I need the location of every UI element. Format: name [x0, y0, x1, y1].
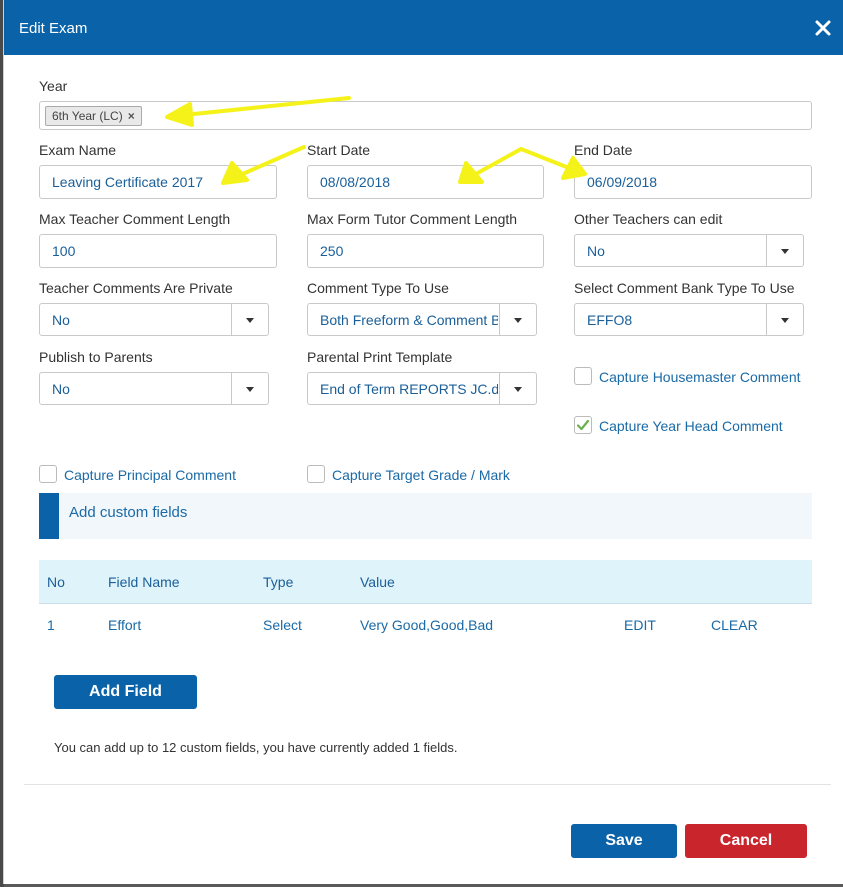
- other-teachers-edit-select[interactable]: No: [574, 234, 804, 267]
- row-clear-link[interactable]: CLEAR: [711, 617, 758, 633]
- principal-checkbox[interactable]: [39, 465, 57, 483]
- column-header-field-name: Field Name: [108, 574, 180, 590]
- close-icon[interactable]: [814, 19, 832, 37]
- year-label: Year: [39, 78, 68, 94]
- custom-fields-title: Add custom fields: [69, 504, 188, 521]
- row-edit-link[interactable]: EDIT: [624, 617, 656, 633]
- principal-checkbox-label[interactable]: Capture Principal Comment: [64, 467, 236, 483]
- print-template-value: End of Term REPORTS JC.docx: [320, 381, 498, 397]
- row-type: Select: [263, 617, 302, 633]
- other-teachers-edit-value: No: [587, 243, 605, 259]
- end-date-label: End Date: [574, 142, 633, 158]
- max-form-tutor-comment-label: Max Form Tutor Comment Length: [307, 211, 518, 227]
- select-separator: [766, 235, 767, 266]
- dialog-header: Edit Exam: [4, 0, 843, 55]
- print-template-select[interactable]: End of Term REPORTS JC.docx: [307, 372, 537, 405]
- select-separator: [499, 304, 500, 335]
- housemaster-checkbox[interactable]: [574, 367, 592, 385]
- teacher-comments-private-select[interactable]: No: [39, 303, 269, 336]
- comment-bank-type-select[interactable]: EFFO8: [574, 303, 804, 336]
- save-button[interactable]: Save: [571, 824, 677, 858]
- exam-name-label: Exam Name: [39, 142, 117, 158]
- footer-divider: [24, 784, 831, 785]
- select-separator: [499, 373, 500, 404]
- start-date-label: Start Date: [307, 142, 371, 158]
- select-separator: [231, 373, 232, 404]
- custom-fields-section-header: Add custom fields: [39, 493, 812, 539]
- max-form-tutor-comment-input[interactable]: 250: [307, 234, 544, 268]
- caret-down-icon: [781, 318, 789, 323]
- year-select-input[interactable]: 6th Year (LC) ×: [39, 101, 812, 130]
- checkmark-icon: [576, 419, 590, 431]
- publish-parents-select[interactable]: No: [39, 372, 269, 405]
- cancel-button[interactable]: Cancel: [685, 824, 807, 858]
- custom-fields-table-header: No Field Name Type Value: [39, 560, 812, 604]
- max-teacher-comment-input[interactable]: 100: [39, 234, 277, 268]
- add-field-button[interactable]: Add Field: [54, 675, 197, 709]
- row-value: Very Good,Good,Bad: [360, 617, 494, 633]
- housemaster-checkbox-label[interactable]: Capture Housemaster Comment: [599, 369, 801, 385]
- print-template-label: Parental Print Template: [307, 349, 453, 365]
- custom-fields-info: You can add up to 12 custom fields, you …: [54, 740, 458, 755]
- start-date-input[interactable]: 08/08/2018: [307, 165, 544, 199]
- max-teacher-comment-label: Max Teacher Comment Length: [39, 211, 231, 227]
- caret-down-icon: [514, 387, 522, 392]
- section-accent: [39, 493, 59, 539]
- teacher-comments-private-label: Teacher Comments Are Private: [39, 280, 233, 296]
- end-date-input[interactable]: 06/09/2018: [574, 165, 812, 199]
- teacher-comments-private-value: No: [52, 312, 70, 328]
- column-header-value: Value: [360, 574, 395, 590]
- dialog-title: Edit Exam: [19, 20, 88, 37]
- target-grade-checkbox-label[interactable]: Capture Target Grade / Mark: [332, 467, 510, 483]
- column-header-no: No: [47, 574, 65, 590]
- row-field-name: Effort: [108, 617, 142, 633]
- publish-parents-label: Publish to Parents: [39, 349, 153, 365]
- year-head-checkbox[interactable]: [574, 416, 592, 434]
- other-teachers-edit-label: Other Teachers can edit: [574, 211, 723, 227]
- row-no: 1: [47, 617, 55, 633]
- comment-type-value: Both Freeform & Comment Bank: [320, 312, 498, 328]
- column-header-type: Type: [263, 574, 294, 590]
- publish-parents-value: No: [52, 381, 70, 397]
- caret-down-icon: [246, 318, 254, 323]
- comment-bank-type-value: EFFO8: [587, 312, 633, 328]
- comment-bank-type-label: Select Comment Bank Type To Use: [574, 280, 795, 296]
- year-head-checkbox-label[interactable]: Capture Year Head Comment: [599, 418, 783, 434]
- comment-type-label: Comment Type To Use: [307, 280, 449, 296]
- comment-type-select[interactable]: Both Freeform & Comment Bank: [307, 303, 537, 336]
- edit-exam-dialog: Edit Exam Year 6th Year (LC) × Exam Name…: [3, 0, 843, 884]
- caret-down-icon: [781, 249, 789, 254]
- remove-tag-icon[interactable]: ×: [128, 109, 135, 123]
- exam-name-input[interactable]: Leaving Certificate 2017: [39, 165, 277, 199]
- year-tag-label: 6th Year (LC): [52, 109, 123, 123]
- caret-down-icon: [246, 387, 254, 392]
- caret-down-icon: [514, 318, 522, 323]
- target-grade-checkbox[interactable]: [307, 465, 325, 483]
- select-separator: [766, 304, 767, 335]
- select-separator: [231, 304, 232, 335]
- year-tag: 6th Year (LC) ×: [45, 106, 142, 126]
